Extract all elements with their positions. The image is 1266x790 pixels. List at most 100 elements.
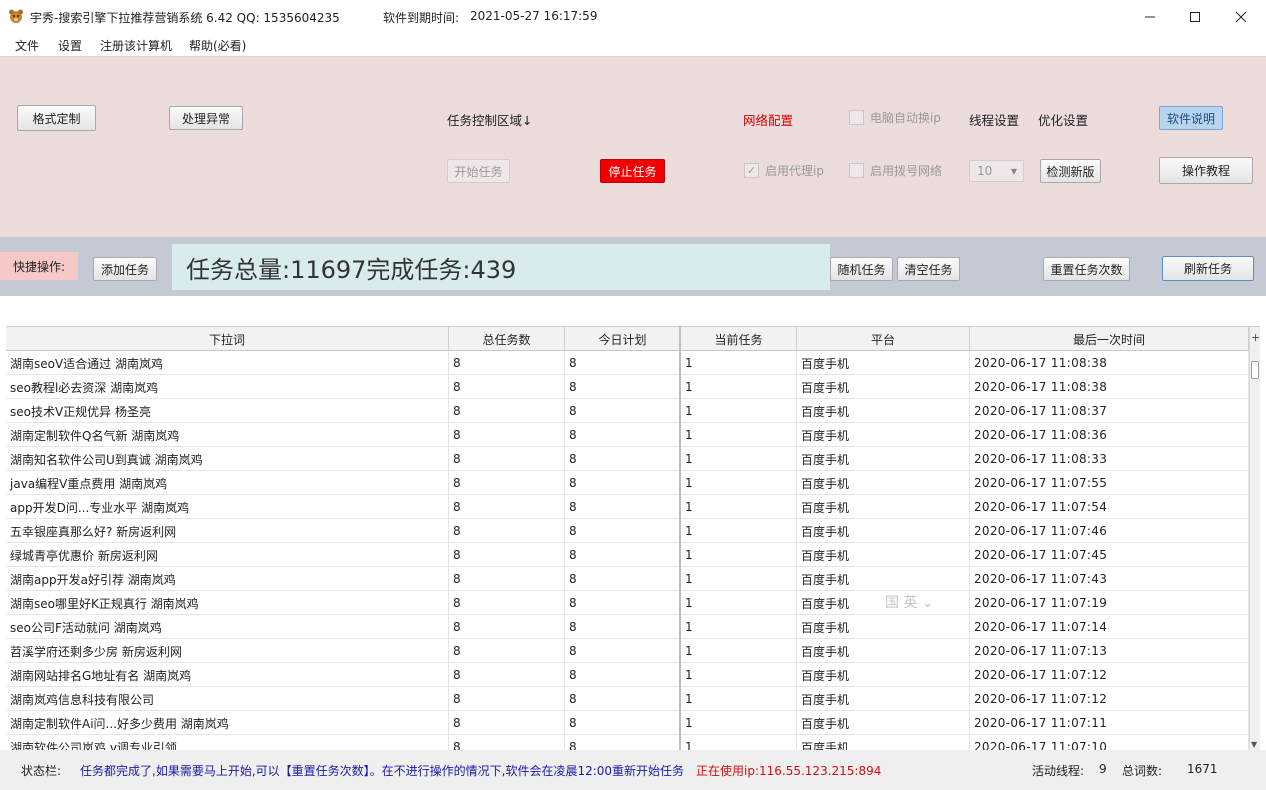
total-tasks-cell: 8 bbox=[449, 663, 565, 687]
table-row[interactable]: 湖南app开发a好引荐 湖南岚鸡 8 8 1 百度手机 2020-06-17 11:07:… bbox=[6, 567, 1249, 591]
column-header[interactable]: 总任务数 bbox=[449, 327, 565, 351]
table-row[interactable]: app开发D问...专业水平 湖南岚鸡 8 8 1 百度手机 2020-06-17 11:… bbox=[6, 495, 1249, 519]
keyword-cell: 湖南定制软件Q名气新 湖南岚鸡 bbox=[6, 423, 449, 447]
ip-status: 正在使用ip:116.55.123.215:894 bbox=[696, 764, 882, 778]
today-plan-cell: 8 bbox=[565, 543, 681, 567]
close-button[interactable] bbox=[1218, 0, 1264, 33]
platform-cell: 百度手机 bbox=[797, 711, 970, 735]
random-task-button[interactable]: 随机任务 bbox=[830, 257, 893, 281]
table-row[interactable]: seo公司F活动就问 湖南岚鸡 8 8 1 百度手机 2020-06-17 11:07:1… bbox=[6, 615, 1249, 639]
auto-ip-checkbox[interactable]: 电脑自动换ip bbox=[849, 109, 941, 126]
table-row[interactable]: 湖南知名软件公司U到真诚 湖南岚鸡 8 8 1 百度手机 2020-06-17 11:08… bbox=[6, 447, 1249, 471]
clear-task-button[interactable]: 清空任务 bbox=[897, 257, 960, 281]
keyword-cell: java编程V重点费用 湖南岚鸡 bbox=[6, 471, 449, 495]
table-row[interactable]: 湖南网站排名G地址有名 湖南岚鸡 8 8 1 百度手机 2020-06-17 11:07:… bbox=[6, 663, 1249, 687]
minimize-button[interactable] bbox=[1127, 0, 1173, 33]
quick-actions-bar: 快捷操作: 添加任务 任务总量:11697完成任务:439 随机任务 清空任务 … bbox=[0, 237, 1266, 296]
platform-cell: 百度手机 bbox=[797, 687, 970, 711]
last-time-cell: 2020-06-17 11:07:46 bbox=[970, 519, 1249, 543]
spacer bbox=[0, 296, 1266, 326]
platform-cell: 百度手机 bbox=[797, 495, 970, 519]
refresh-task-button[interactable]: 刷新任务 bbox=[1162, 256, 1254, 281]
last-time-cell: 2020-06-17 11:07:10 bbox=[970, 735, 1249, 750]
scrollbar-thumb[interactable] bbox=[1251, 361, 1259, 379]
current-task-cell: 1 bbox=[681, 663, 797, 687]
column-header[interactable]: 下拉词 bbox=[6, 327, 449, 351]
last-time-cell: 2020-06-17 11:08:38 bbox=[970, 351, 1249, 375]
table-row[interactable]: 湖南seo哪里好K正规真行 湖南岚鸡 8 8 1 百度手机 2020-06-17 11:0… bbox=[6, 591, 1249, 615]
current-task-cell: 1 bbox=[681, 519, 797, 543]
vertical-scrollbar[interactable]: + ▼ bbox=[1249, 327, 1260, 750]
table-row[interactable]: 苕溪学府还剩多少房 新房返利网 8 8 1 百度手机 2020-06-17 11:07:1… bbox=[6, 639, 1249, 663]
total-tasks-cell: 8 bbox=[449, 735, 565, 750]
platform-cell: 百度手机 bbox=[797, 471, 970, 495]
table-row[interactable]: 湖南定制软件Q名气新 湖南岚鸡 8 8 1 百度手机 2020-06-17 11:08:3… bbox=[6, 423, 1249, 447]
table-row[interactable]: seo教程l必去资深 湖南岚鸡 8 8 1 百度手机 2020-06-17 11:08:3… bbox=[6, 375, 1249, 399]
chevron-down-icon: ▼ bbox=[1010, 167, 1017, 176]
today-plan-cell: 8 bbox=[565, 735, 681, 750]
platform-cell: 百度手机 bbox=[797, 351, 970, 375]
table-row[interactable]: 五幸银座真那么好? 新房返利网 8 8 1 百度手机 2020-06-17 11:07:4… bbox=[6, 519, 1249, 543]
enable-dialup-checkbox[interactable]: 启用拨号网络 bbox=[849, 162, 942, 179]
current-task-cell: 1 bbox=[681, 543, 797, 567]
keyword-cell: 苕溪学府还剩多少房 新房返利网 bbox=[6, 639, 449, 663]
table-row[interactable]: 湖南定制软件Ai问...好多少费用 湖南岚鸡 8 8 1 百度手机 2020-06-17 … bbox=[6, 711, 1249, 735]
current-task-cell: 1 bbox=[681, 615, 797, 639]
platform-cell: 百度手机 bbox=[797, 543, 970, 567]
total-words-value: 1671 bbox=[1187, 762, 1218, 776]
thread-count-select[interactable]: 10 ▼ bbox=[969, 160, 1024, 182]
stop-task-button[interactable]: 停止任务 bbox=[600, 159, 665, 183]
today-plan-cell: 8 bbox=[565, 711, 681, 735]
format-button[interactable]: 格式定制 bbox=[17, 105, 96, 131]
maximize-button[interactable] bbox=[1172, 0, 1218, 33]
column-header[interactable]: 最后一次时间 bbox=[970, 327, 1249, 351]
software-info-button[interactable]: 软件说明 bbox=[1159, 106, 1223, 130]
platform-cell: 百度手机 bbox=[797, 423, 970, 447]
menu-register[interactable]: 注册该计算机 bbox=[100, 37, 172, 54]
checkbox-label: 启用拨号网络 bbox=[870, 164, 943, 178]
check-update-button[interactable]: 检测新版 bbox=[1040, 159, 1101, 183]
checkbox-checked-box: ✓ bbox=[744, 163, 759, 178]
table-row[interactable]: 湖南岚鸡信息科技有限公司 8 8 1 百度手机 2020-06-17 11:07:12 bbox=[6, 687, 1249, 711]
enable-proxy-checkbox[interactable]: ✓ 启用代理ip bbox=[744, 162, 824, 179]
thread-settings-label[interactable]: 线程设置 bbox=[969, 110, 1019, 129]
reset-task-count-button[interactable]: 重置任务次数 bbox=[1043, 257, 1130, 281]
chevron-down-icon[interactable]: ▼ bbox=[1251, 740, 1257, 749]
total-tasks-cell: 8 bbox=[449, 711, 565, 735]
last-time-cell: 2020-06-17 11:07:43 bbox=[970, 567, 1249, 591]
column-header[interactable]: 今日计划 bbox=[565, 327, 681, 351]
menu-bar: 文件 设置 注册该计算机 帮助(必看) bbox=[0, 33, 1266, 57]
table-row[interactable]: java编程V重点费用 湖南岚鸡 8 8 1 百度手机 2020-06-17 11:07:… bbox=[6, 471, 1249, 495]
menu-file[interactable]: 文件 bbox=[15, 37, 39, 54]
total-tasks-cell: 8 bbox=[449, 375, 565, 399]
thread-count-value: 10 bbox=[977, 164, 993, 178]
table-row[interactable]: 湖南seoV适合通过 湖南岚鸡 8 8 1 百度手机 2020-06-17 11:08:3… bbox=[6, 351, 1249, 375]
today-plan-cell: 8 bbox=[565, 591, 681, 615]
current-task-cell: 1 bbox=[681, 447, 797, 471]
column-header[interactable]: 平台 bbox=[797, 327, 970, 351]
optimize-settings-label[interactable]: 优化设置 bbox=[1038, 110, 1088, 129]
network-config-label[interactable]: 网络配置 bbox=[743, 110, 793, 129]
table-row[interactable]: 绿城青亭优惠价 新房返利网 8 8 1 百度手机 2020-06-17 11:07:45 bbox=[6, 543, 1249, 567]
plus-icon[interactable]: + bbox=[1251, 331, 1260, 344]
handle-error-button[interactable]: 处理异常 bbox=[169, 106, 243, 130]
table-row[interactable]: 湖南软件公司岚鸡 v调专业引领 8 8 1 百度手机 2020-06-17 11:07:1… bbox=[6, 735, 1249, 750]
keyword-cell: seo教程l必去资深 湖南岚鸡 bbox=[6, 375, 449, 399]
menu-settings[interactable]: 设置 bbox=[58, 37, 82, 54]
total-tasks-cell: 8 bbox=[449, 591, 565, 615]
table-row[interactable]: seo技术V正规优异 杨圣亮 8 8 1 百度手机 2020-06-17 11:08:37 bbox=[6, 399, 1249, 423]
total-tasks-cell: 8 bbox=[449, 471, 565, 495]
add-task-button[interactable]: 添加任务 bbox=[93, 257, 157, 281]
task-table[interactable]: 下拉词 总任务数 今日计划 当前任务 平台 最后一次时间 湖南seoV适合通过 … bbox=[6, 326, 1260, 750]
total-tasks-cell: 8 bbox=[449, 519, 565, 543]
window-title: 宇秀-搜索引擎下拉推荐营销系统 6.42 QQ: 1535604235 bbox=[30, 11, 340, 25]
total-tasks-cell: 8 bbox=[449, 351, 565, 375]
start-task-button[interactable]: 开始任务 bbox=[447, 159, 510, 183]
tutorial-button[interactable]: 操作教程 bbox=[1159, 157, 1253, 184]
menu-help[interactable]: 帮助(必看) bbox=[189, 37, 246, 54]
today-plan-cell: 8 bbox=[565, 447, 681, 471]
column-header[interactable]: 当前任务 bbox=[681, 327, 797, 351]
table-header: 下拉词 总任务数 今日计划 当前任务 平台 最后一次时间 bbox=[6, 327, 1249, 351]
today-plan-cell: 8 bbox=[565, 471, 681, 495]
current-task-cell: 1 bbox=[681, 351, 797, 375]
